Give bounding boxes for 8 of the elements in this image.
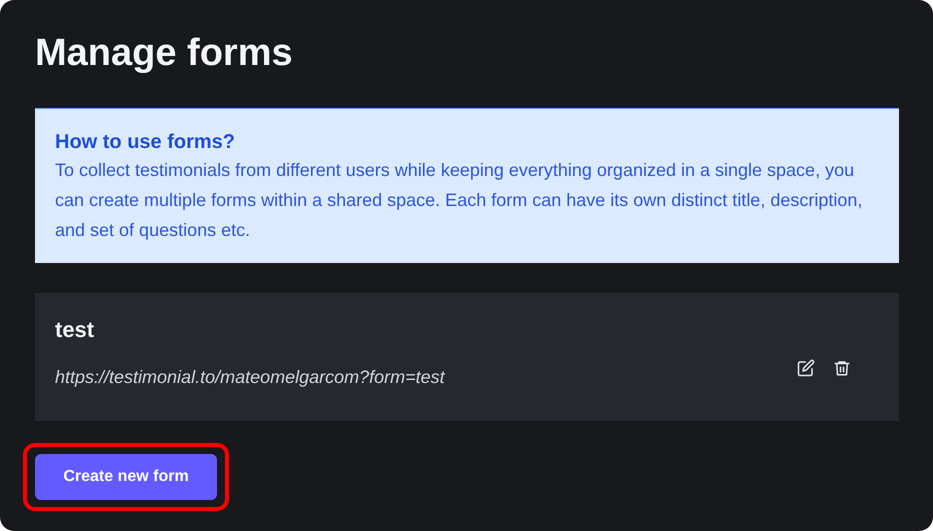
- info-text: To collect testimonials from different users while keeping everything organized in a single space, you can create multiple forms within a shared space. Each form can have its own distinct title, description, and set of questions etc.: [55, 159, 864, 242]
- form-url: https://testimonial.to/mateomelgarcom?form=test: [55, 366, 446, 389]
- page-title: Manage forms: [35, 31, 294, 76]
- form-name: test: [55, 316, 96, 344]
- create-form-button[interactable]: Create new form: [35, 454, 217, 500]
- info-heading: How to use forms?: [55, 130, 236, 155]
- trash-icon[interactable]: [833, 359, 851, 377]
- edit-icon[interactable]: [797, 359, 815, 377]
